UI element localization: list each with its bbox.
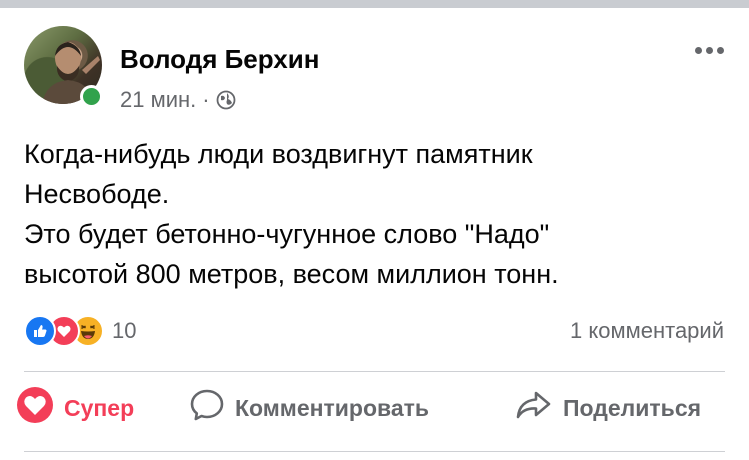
post-stats: 10 1 комментарий xyxy=(24,310,724,350)
super-reaction-button[interactable]: Супер xyxy=(16,380,134,436)
reaction-count[interactable]: 10 xyxy=(112,318,136,344)
comment-label: Комментировать xyxy=(235,394,430,421)
share-button[interactable]: Поделиться xyxy=(515,380,701,436)
ellipsis-icon[interactable] xyxy=(689,40,729,60)
post-text-line: высотой 800 метров, весом миллион тонн. xyxy=(24,259,559,289)
like-icon xyxy=(24,315,56,347)
share-label: Поделиться xyxy=(563,394,702,421)
post-meta: 21 мин. · xyxy=(120,87,236,113)
reactions-summary[interactable]: 10 xyxy=(24,315,136,347)
meta-separator: · xyxy=(202,87,210,112)
super-label: Супер xyxy=(64,394,135,421)
post-actions: Супер Комментировать Поделиться xyxy=(0,380,749,436)
post-header: Володя Берхин 21 мин. · xyxy=(24,26,724,112)
post-text-line: Это будет бетонно-чугунное слово "Надо" xyxy=(24,219,550,249)
online-status-indicator xyxy=(80,85,103,108)
post-text-line: Когда-нибудь люди воздвигнут памятник xyxy=(24,139,533,169)
comment-count[interactable]: 1 комментарий xyxy=(570,318,724,344)
globe-icon[interactable] xyxy=(216,90,236,110)
comment-bubble-icon xyxy=(189,387,225,429)
post-time[interactable]: 21 мин. xyxy=(120,87,196,113)
comment-button[interactable]: Комментировать xyxy=(189,380,429,436)
post-text-line: Несвободе. xyxy=(24,179,170,209)
divider xyxy=(24,371,725,372)
care-icon xyxy=(16,386,54,430)
share-arrow-icon xyxy=(515,387,553,429)
post-text: Когда-нибудь люди воздвигнут памятник Не… xyxy=(24,134,724,294)
divider xyxy=(24,451,725,452)
author-name[interactable]: Володя Берхин xyxy=(120,44,319,75)
avatar-container[interactable] xyxy=(24,26,103,108)
top-separator-strip xyxy=(0,0,749,8)
